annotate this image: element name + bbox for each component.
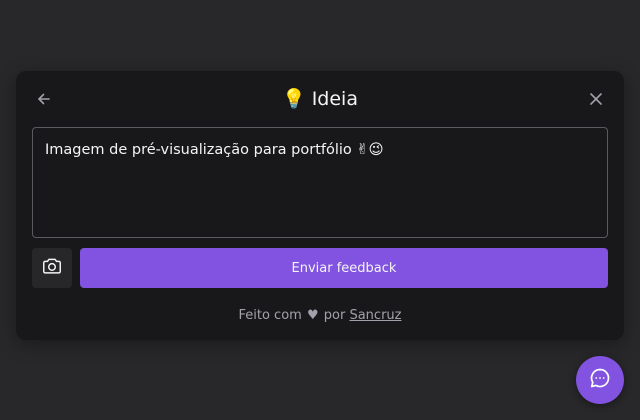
author-link[interactable]: Sancruz xyxy=(349,308,401,323)
title-text: Ideia xyxy=(311,88,358,110)
widget-header: 💡 Ideia xyxy=(16,71,624,127)
footer-prefix: Feito com xyxy=(238,308,302,323)
widget-title: 💡 Ideia xyxy=(16,86,624,112)
lightbulb-icon: 💡 xyxy=(282,88,306,110)
chat-bubble-icon xyxy=(588,366,612,394)
screenshot-button[interactable] xyxy=(32,248,72,288)
feedback-launcher-button[interactable] xyxy=(576,356,624,404)
camera-icon xyxy=(41,255,63,281)
heart-icon: ♥ xyxy=(306,308,319,323)
feedback-textarea[interactable]: Imagem de pré-visualização para portfóli… xyxy=(32,127,608,238)
footer-by: por xyxy=(323,308,346,323)
submit-feedback-button[interactable]: Enviar feedback xyxy=(80,248,608,288)
widget-footer: Feito com ♥ por Sancruz xyxy=(16,307,624,325)
feedback-widget: 💡 Ideia Imagem de pré-visualização para p… xyxy=(16,71,624,340)
close-icon[interactable] xyxy=(586,89,606,109)
